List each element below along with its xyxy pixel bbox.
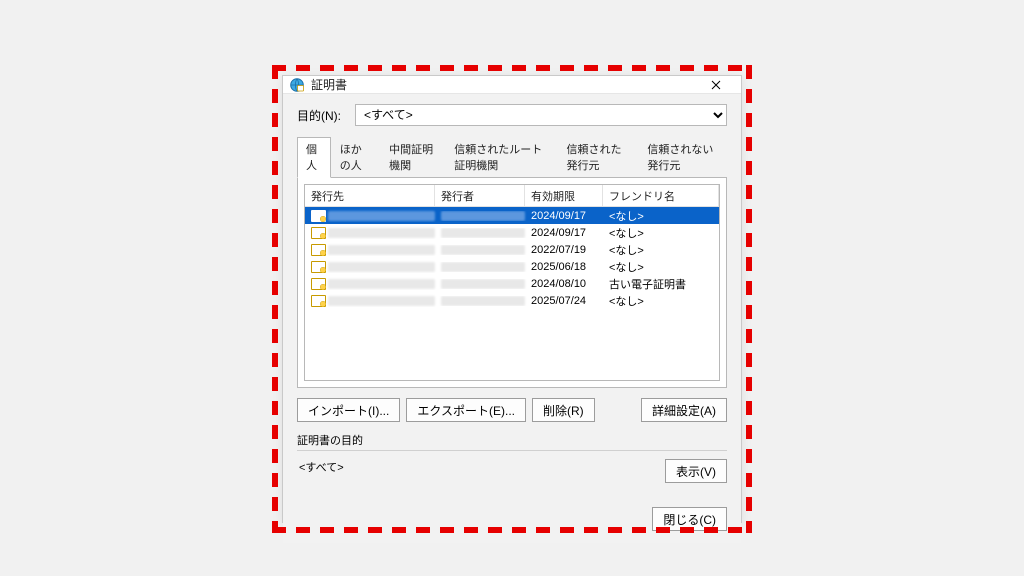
import-button[interactable]: インポート(I)... — [297, 398, 400, 422]
table-row[interactable]: 2022/07/19<なし> — [305, 241, 719, 258]
column-friendly[interactable]: フレンドリ名 — [603, 185, 719, 206]
advanced-button[interactable]: 詳細設定(A) — [641, 398, 727, 422]
table-row[interactable]: 2024/08/10古い電子証明書 — [305, 275, 719, 292]
tab-4[interactable]: 信頼された発行元 — [558, 137, 639, 178]
certificate-icon — [311, 294, 326, 307]
certificate-icon — [311, 226, 326, 239]
table-row[interactable]: 2024/09/17<なし> — [305, 224, 719, 241]
tab-2[interactable]: 中間証明機関 — [380, 137, 445, 178]
export-button[interactable]: エクスポート(E)... — [406, 398, 526, 422]
certificate-icon — [311, 277, 326, 290]
window-title: 証明書 — [311, 76, 697, 93]
remove-button[interactable]: 削除(R) — [532, 398, 595, 422]
cert-list-frame: 発行先 発行者 有効期限 フレンドリ名 2024/09/17<なし>2024/0… — [297, 178, 727, 388]
certificate-icon — [311, 209, 326, 222]
purpose-select[interactable]: <すべて> — [355, 104, 727, 126]
column-issuer[interactable]: 発行者 — [435, 185, 525, 206]
view-button[interactable]: 表示(V) — [665, 459, 727, 483]
list-header: 発行先 発行者 有効期限 フレンドリ名 — [305, 185, 719, 207]
table-row[interactable]: 2025/06/18<なし> — [305, 258, 719, 275]
column-issued-to[interactable]: 発行先 — [305, 185, 435, 206]
purpose-group-label: 証明書の目的 — [297, 432, 727, 448]
table-row[interactable]: 2024/09/17<なし> — [305, 207, 719, 224]
list-rows: 2024/09/17<なし>2024/09/17<なし>2022/07/19<な… — [305, 207, 719, 380]
tab-1[interactable]: ほかの人 — [331, 137, 380, 178]
tab-0[interactable]: 個人 — [297, 137, 331, 178]
column-expiry[interactable]: 有効期限 — [525, 185, 603, 206]
purpose-label: 目的(N): — [297, 107, 341, 124]
close-button[interactable] — [697, 76, 735, 93]
close-dialog-button[interactable]: 閉じる(C) — [652, 507, 727, 531]
certificate-icon — [311, 260, 326, 273]
tabs: 個人ほかの人中間証明機関信頼されたルート証明機関信頼された発行元信頼されない発行… — [297, 136, 727, 178]
close-icon — [711, 80, 721, 90]
certificate-globe-icon — [289, 77, 305, 93]
tab-3[interactable]: 信頼されたルート証明機関 — [445, 137, 557, 178]
purpose-group-value: <すべて> — [297, 459, 665, 493]
certificate-icon — [311, 243, 326, 256]
tab-5[interactable]: 信頼されない発行元 — [638, 137, 727, 178]
table-row[interactable]: 2025/07/24<なし> — [305, 292, 719, 309]
certificates-dialog: 証明書 目的(N): <すべて> 個人ほかの人中間証明機関信頼されたルート証明機… — [282, 75, 742, 523]
titlebar: 証明書 — [283, 76, 741, 94]
